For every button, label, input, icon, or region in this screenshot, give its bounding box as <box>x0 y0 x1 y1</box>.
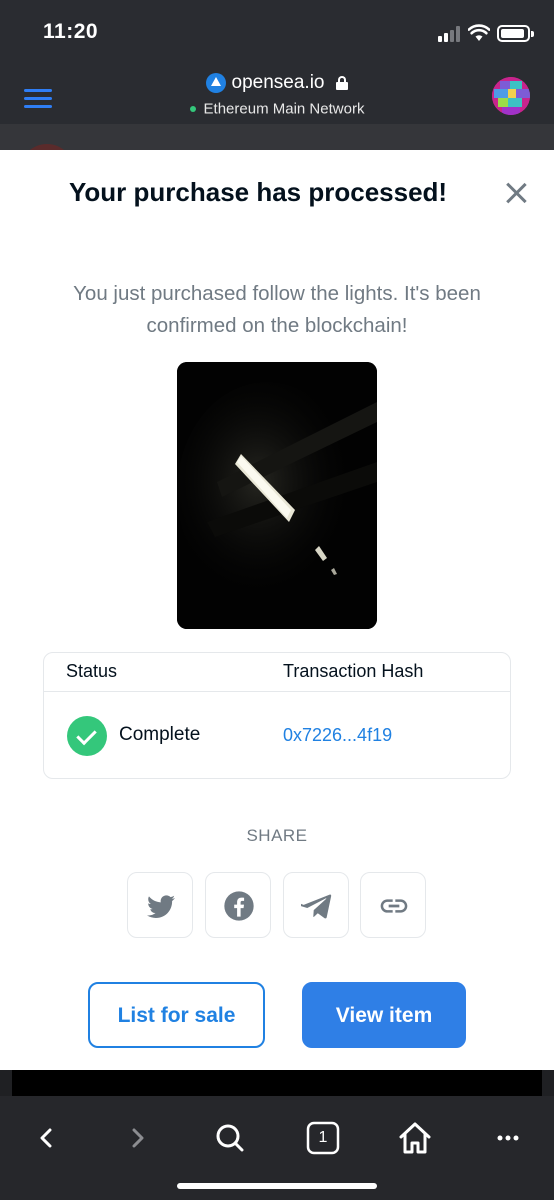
nft-image <box>177 362 377 629</box>
browser-header: opensea.io Ethereum Main Network <box>0 62 554 124</box>
site-domain: opensea.io <box>231 72 325 93</box>
share-telegram-button[interactable] <box>283 872 349 938</box>
list-for-sale-button[interactable]: List for sale <box>88 982 265 1048</box>
address-bar[interactable]: opensea.io <box>0 72 554 98</box>
check-icon <box>67 716 107 756</box>
modal-title: Your purchase has processed! <box>69 177 448 207</box>
close-icon[interactable] <box>506 183 526 203</box>
home-button[interactable] <box>395 1118 435 1158</box>
wifi-icon <box>468 24 490 41</box>
wallet-avatar[interactable] <box>492 77 530 115</box>
more-button[interactable] <box>488 1118 528 1158</box>
twitter-icon <box>147 895 175 918</box>
purchase-modal: Your purchase has processed! You just pu… <box>0 150 554 1070</box>
home-icon <box>399 1122 431 1154</box>
share-twitter-button[interactable] <box>127 872 193 938</box>
facebook-icon <box>224 891 254 921</box>
network-indicator: Ethereum Main Network <box>0 100 554 118</box>
back-icon <box>40 1128 52 1148</box>
table-header: Status Transaction Hash <box>44 653 510 692</box>
telegram-icon <box>301 894 332 919</box>
transaction-table: Status Transaction Hash Complete 0x7226.… <box>43 652 511 779</box>
share-label: SHARE <box>246 826 308 845</box>
background-page <box>0 124 554 198</box>
status-bar: 11:20 <box>0 0 554 62</box>
view-item-button[interactable]: View item <box>302 982 466 1048</box>
opensea-logo-icon <box>205 73 226 93</box>
back-button[interactable] <box>26 1118 66 1158</box>
search-button[interactable] <box>210 1118 250 1158</box>
lock-icon <box>336 76 349 90</box>
more-icon <box>497 1135 519 1141</box>
transaction-hash-link[interactable]: 0x7226...4f19 <box>283 725 392 746</box>
forward-icon <box>132 1128 144 1148</box>
status-time: 11:20 <box>43 20 99 43</box>
tabs-button[interactable]: 1 <box>302 1118 342 1158</box>
status-value: Complete <box>119 724 201 745</box>
column-header-hash: Transaction Hash <box>283 661 424 681</box>
column-header-status: Status <box>66 661 118 681</box>
network-name: Ethereum Main Network <box>203 100 365 118</box>
tab-count: 1 <box>318 1129 328 1146</box>
cellular-signal-icon <box>438 26 462 42</box>
home-indicator[interactable] <box>177 1183 377 1189</box>
share-facebook-button[interactable] <box>205 872 271 938</box>
modal-message: You just purchased follow the lights. It… <box>73 282 481 337</box>
battery-icon <box>497 25 534 42</box>
link-icon <box>380 899 408 913</box>
forward-button[interactable] <box>118 1118 158 1158</box>
copy-link-button[interactable] <box>360 872 426 938</box>
background-content <box>12 1070 542 1096</box>
search-icon <box>216 1124 244 1152</box>
network-status-dot <box>189 105 196 112</box>
